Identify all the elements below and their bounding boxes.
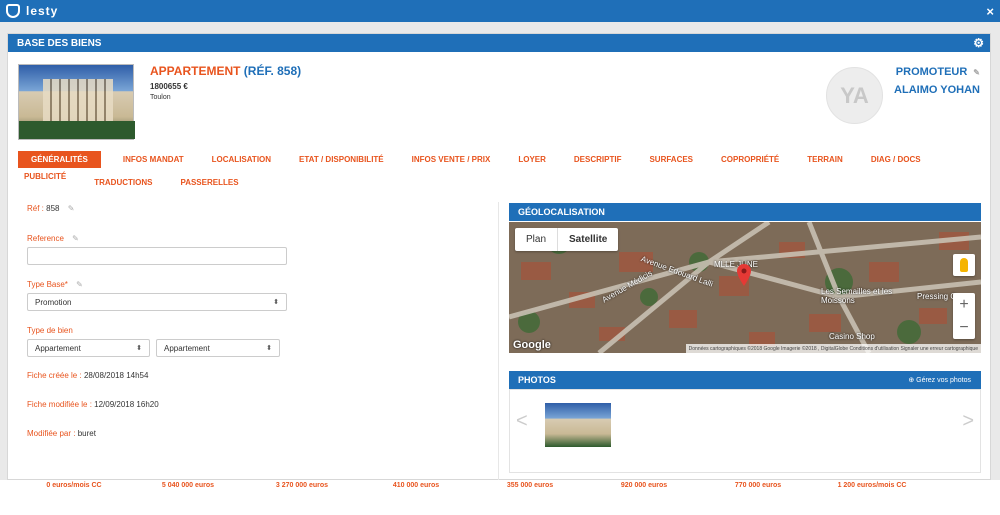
ref-value: 858 xyxy=(46,204,60,213)
panel-header: BASE DES BIENS ⚙ xyxy=(8,34,990,52)
carousel-next-icon[interactable]: > xyxy=(962,410,974,433)
type-bien-select-2[interactable]: Appartement ⬍ xyxy=(156,339,280,357)
type-bien-value-2: Appartement xyxy=(164,343,210,353)
map-view[interactable]: Plan Satellite Avenue Médicis Avenue Edo… xyxy=(509,222,981,353)
map-satellite-button[interactable]: Satellite xyxy=(557,228,618,251)
tab-infos-mandat[interactable]: INFOS MANDAT xyxy=(117,151,190,168)
photos-carousel: < > xyxy=(509,389,981,473)
type-bien-select-1[interactable]: Appartement ⬍ xyxy=(27,339,150,357)
panel-title: BASE DES BIENS xyxy=(17,37,102,49)
tab-localisation[interactable]: LOCALISATION xyxy=(206,151,277,168)
footer-value: 920 000 euros xyxy=(620,482,668,489)
footer-values-bar: 0 euros/mois CC 5 040 000 euros 3 270 00… xyxy=(0,480,1000,515)
map-label: Casino Shop xyxy=(829,332,875,341)
plus-circle-icon: ⊕ xyxy=(908,377,917,384)
modified-by-label: Modifiée par : xyxy=(27,429,76,438)
select-arrows-icon: ⬍ xyxy=(273,299,279,306)
created-value: 28/08/2018 14h54 xyxy=(83,371,149,380)
tab-loyer[interactable]: LOYER xyxy=(512,151,552,168)
manage-photos-link[interactable]: ⊕ Gérez vos photos xyxy=(908,376,971,384)
property-type: APPARTEMENT xyxy=(150,64,241,78)
type-base-select[interactable]: Promotion ⬍ xyxy=(27,293,287,311)
tab-infos-vente-prix[interactable]: INFOS VENTE / PRIX xyxy=(406,151,497,168)
property-title: APPARTEMENT (RÉF. 858) xyxy=(150,64,301,78)
main-panel: BASE DES BIENS ⚙ APPARTEMENT (RÉF. 858) … xyxy=(7,33,991,480)
footer-value: 5 040 000 euros xyxy=(161,482,215,489)
map-label: Pressing C xyxy=(917,292,957,301)
map-label: Les Semailles et les Moissons xyxy=(821,287,893,305)
ref-label: Réf : xyxy=(27,204,44,213)
contact-role: PROMOTEUR ✎ xyxy=(895,66,980,78)
property-price: 1800655 € xyxy=(150,82,188,91)
tab-surfaces[interactable]: SURFACES xyxy=(643,151,699,168)
type-base-label: Type Base* xyxy=(27,280,68,289)
map-type-toggle: Plan Satellite xyxy=(515,228,619,251)
general-form: Réf : 858 ✎ Reference ✎ Type Base* ✎ Pro… xyxy=(27,204,287,438)
reference-row: Reference ✎ xyxy=(27,234,287,265)
tab-traductions[interactable]: TRADUCTIONS xyxy=(88,174,158,191)
tab-passerelles[interactable]: PASSERELLES xyxy=(174,174,244,191)
modified-row: Fiche modifiée le : 12/09/2018 16h20 xyxy=(27,400,287,409)
type-base-row: Type Base* ✎ Promotion ⬍ xyxy=(27,280,287,311)
tab-generalites[interactable]: GÉNÉRALITÉS xyxy=(18,151,101,168)
geo-header: GÉOLOCALISATION xyxy=(509,203,981,221)
app-name: lesty xyxy=(26,4,59,18)
modified-by-value: buret xyxy=(77,429,96,438)
tab-diag-docs[interactable]: DIAG / DOCS xyxy=(865,151,927,168)
property-city: Toulon xyxy=(150,94,171,101)
type-bien-label: Type de bien xyxy=(27,326,73,335)
footer-value: 355 000 euros xyxy=(506,482,554,489)
created-row: Fiche créée le : 28/08/2018 14h54 xyxy=(27,371,287,380)
photos-header: PHOTOS ⊕ Gérez vos photos xyxy=(509,371,981,389)
tab-copropriete[interactable]: COPROPRIÉTÉ xyxy=(715,151,785,168)
carousel-prev-icon[interactable]: < xyxy=(516,410,528,433)
zoom-out-button[interactable]: − xyxy=(953,316,975,339)
tab-bar: GÉNÉRALITÉS INFOS MANDAT LOCALISATION ET… xyxy=(18,151,978,191)
photos-title: PHOTOS xyxy=(518,375,556,385)
footer-value: 770 000 euros xyxy=(734,482,782,489)
reference-input[interactable] xyxy=(27,247,287,265)
avatar: YA xyxy=(826,67,883,124)
footer-value: 410 000 euros xyxy=(392,482,440,489)
tab-descriptif[interactable]: DESCRIPTIF xyxy=(568,151,628,168)
zoom-control: + − xyxy=(953,293,975,339)
select-arrows-icon: ⬍ xyxy=(136,345,142,352)
gear-icon[interactable]: ⚙ xyxy=(973,36,984,50)
map-attribution: Données cartographiques ©2018 Google Ima… xyxy=(685,344,981,353)
street-view-pegman-icon[interactable] xyxy=(953,254,975,276)
created-label: Fiche créée le : xyxy=(27,371,82,380)
edit-pencil-icon[interactable]: ✎ xyxy=(76,280,83,289)
column-divider xyxy=(498,202,499,480)
select-arrows-icon: ⬍ xyxy=(266,345,272,352)
contact-name[interactable]: ALAIMO YOHAN xyxy=(894,84,980,96)
app-logo-icon xyxy=(6,4,20,18)
footer-value: 1 200 euros/mois CC xyxy=(837,482,907,489)
modified-value: 12/09/2018 16h20 xyxy=(94,400,159,409)
map-marker-icon[interactable] xyxy=(737,264,751,286)
tab-publicite[interactable]: PUBLICITÉ xyxy=(18,168,72,185)
reference-label: Reference xyxy=(27,234,64,243)
edit-pencil-icon[interactable]: ✎ xyxy=(72,234,79,243)
edit-pencil-icon[interactable]: ✎ xyxy=(973,68,980,77)
ref-row: Réf : 858 ✎ xyxy=(27,204,287,213)
property-ref: (RÉF. 858) xyxy=(243,64,302,78)
map-label: MLLE JUNE xyxy=(714,260,759,269)
type-bien-value-1: Appartement xyxy=(35,343,81,353)
footer-value: 3 270 000 euros xyxy=(275,482,329,489)
top-bar: lesty × xyxy=(0,0,1000,22)
modified-by-row: Modifiée par : buret xyxy=(27,429,287,438)
google-logo: Google xyxy=(513,339,551,351)
map-plan-button[interactable]: Plan xyxy=(515,228,557,251)
tab-etat-disponibilite[interactable]: ETAT / DISPONIBILITÉ xyxy=(293,151,390,168)
type-bien-row: Type de bien Appartement ⬍ Appartement ⬍ xyxy=(27,326,287,357)
photo-thumbnail[interactable] xyxy=(545,403,611,447)
footer-value: 0 euros/mois CC xyxy=(46,482,102,489)
property-photo[interactable] xyxy=(18,64,135,140)
modified-label: Fiche modifiée le : xyxy=(27,400,92,409)
zoom-in-button[interactable]: + xyxy=(953,293,975,316)
edit-pencil-icon[interactable]: ✎ xyxy=(68,204,75,213)
tab-terrain[interactable]: TERRAIN xyxy=(801,151,849,168)
close-icon[interactable]: × xyxy=(986,4,994,19)
type-base-value: Promotion xyxy=(35,297,72,307)
